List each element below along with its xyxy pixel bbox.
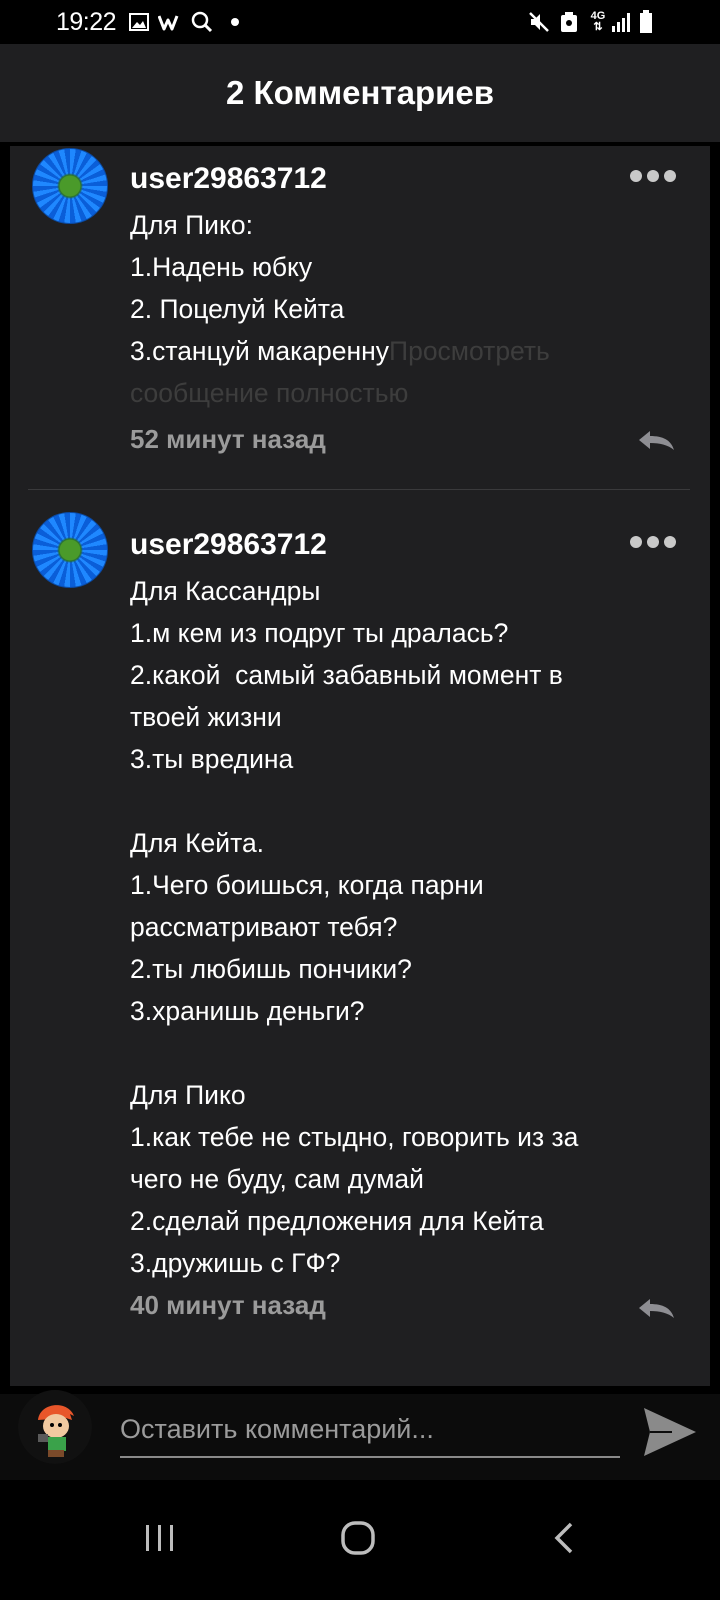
recycle-icon: [558, 10, 580, 34]
comments-count-title: 2 Комментариев: [225, 74, 495, 111]
comment-line: [130, 1032, 670, 1074]
comments-header: 2 Комментариев: [0, 44, 720, 142]
app-root: 19:22 4G ⇅ 2 Комментариев user29863712 Д…: [0, 0, 720, 1600]
comment-line: 3.ты вредина: [130, 744, 294, 774]
comment-timestamp: 40 минут назад: [130, 1290, 326, 1320]
4g-icon: 4G ⇅: [588, 10, 608, 34]
comment-line-with-more: 3.станцуй макареннуПросмотреть: [130, 330, 670, 372]
comment-input[interactable]: [120, 1402, 620, 1458]
comment-username[interactable]: user29863712: [130, 162, 327, 196]
reply-icon[interactable]: [636, 1296, 676, 1320]
view-full-message-link-cont[interactable]: сообщение полностью: [130, 372, 670, 414]
more-options-icon[interactable]: [630, 532, 680, 552]
comment-item: user29863712 Для Пико: 1.Надень юбку 2. …: [10, 146, 710, 492]
w-app-icon: [158, 10, 182, 34]
reply-icon[interactable]: [636, 428, 676, 452]
comment-line: 1.как тебе не стыдно, говорить из за: [130, 1122, 579, 1152]
comment-input-bar: [0, 1390, 720, 1480]
search-icon: [190, 10, 214, 34]
comment-line: 2.сделай предложения для Кейта: [130, 1206, 544, 1236]
mute-icon: [528, 10, 550, 34]
signal-icon: [610, 10, 632, 34]
comment-line: рассматривают тебя?: [130, 912, 398, 942]
comment-line: Для Пико:: [130, 210, 253, 240]
comment-line: 3.станцуй макаренну: [130, 336, 390, 366]
back-icon: [554, 1522, 573, 1554]
comment-line: 1.Надень юбку: [130, 252, 313, 282]
comment-line: 1.м кем из подруг ты дралась?: [130, 618, 509, 648]
gallery-icon: [128, 10, 150, 34]
comment-line: чего не буду, сам думай: [130, 1164, 424, 1194]
commenter-avatar[interactable]: [32, 148, 108, 224]
comments-list[interactable]: user29863712 Для Пико: 1.Надень юбку 2. …: [10, 146, 710, 1386]
send-icon[interactable]: [642, 1406, 698, 1458]
home-icon: [341, 1521, 375, 1555]
comment-line: 1.Чего боишься, когда парни: [130, 870, 484, 900]
status-time: 19:22: [56, 8, 117, 36]
commenter-avatar[interactable]: [32, 512, 108, 588]
recent-apps-icon: [146, 1525, 173, 1551]
data-arrows: ⇅: [593, 21, 603, 33]
back-button[interactable]: [534, 1508, 594, 1568]
comment-line: 2. Поцелуй Кейта: [130, 294, 345, 324]
comment-body: Для Кассандры 1.м кем из подруг ты драла…: [130, 570, 670, 1284]
comment-line: 2.ты любишь пончики?: [130, 954, 412, 984]
recent-apps-button[interactable]: [130, 1508, 190, 1568]
home-button[interactable]: [328, 1508, 388, 1568]
view-full-message-link[interactable]: Просмотреть: [389, 336, 550, 366]
user-avatar[interactable]: [18, 1390, 92, 1464]
dot-icon: [230, 10, 240, 34]
comment-body: Для Пико: 1.Надень юбку 2. Поцелуй Кейта…: [130, 204, 670, 414]
comment-line: Для Кассандры: [130, 576, 321, 606]
comment-line: 3.дружишь с ГФ?: [130, 1248, 341, 1278]
comment-line: твоей жизни: [130, 702, 282, 732]
comment-line: [130, 780, 670, 822]
comment-line: Для Пико: [130, 1080, 246, 1110]
comment-line: Для Кейта.: [130, 828, 265, 858]
system-nav-bar: [0, 1480, 720, 1600]
comment-divider: [28, 489, 690, 490]
status-bar: 19:22 4G ⇅: [0, 0, 720, 44]
battery-icon: [638, 10, 654, 34]
more-options-icon[interactable]: [630, 166, 680, 186]
comment-timestamp: 52 минут назад: [130, 424, 326, 454]
comment-username[interactable]: user29863712: [130, 528, 327, 562]
comment-line: 3.хранишь деньги?: [130, 996, 365, 1026]
comment-line: 2.какой самый забавный момент в: [130, 660, 563, 690]
comment-item: user29863712 Для Кассандры 1.м кем из по…: [10, 512, 710, 1362]
